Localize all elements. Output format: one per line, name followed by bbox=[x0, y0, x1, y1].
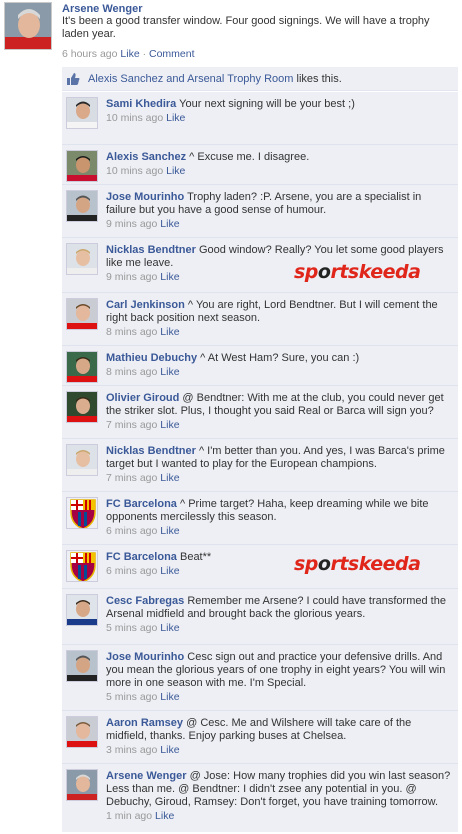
comment-time: 6 mins ago bbox=[106, 565, 158, 577]
comment-like-link[interactable]: Like bbox=[160, 744, 179, 756]
post-meta: 6 hours ago Like · Comment bbox=[62, 48, 195, 60]
commenter-name[interactable]: Alexis Sanchez bbox=[106, 151, 186, 163]
commenter-name[interactable]: Jose Mourinho bbox=[106, 191, 184, 203]
commenter-name[interactable]: Olivier Giroud bbox=[106, 392, 179, 404]
comment-item: Jose Mourinho Cesc sign out and practice… bbox=[62, 645, 458, 711]
commenter-avatar[interactable] bbox=[66, 97, 98, 129]
post-like-link[interactable]: Like bbox=[120, 48, 139, 60]
meta-separator: · bbox=[142, 48, 147, 60]
commenter-name[interactable]: Jose Mourinho bbox=[106, 651, 184, 663]
comment-time: 5 mins ago bbox=[106, 691, 158, 703]
commenter-avatar[interactable] bbox=[66, 716, 98, 748]
post-time: 6 hours ago bbox=[62, 48, 118, 60]
commenter-name[interactable]: Cesc Fabregas bbox=[106, 595, 184, 607]
comment-time: 10 mins ago bbox=[106, 165, 164, 177]
thumbs-up-icon bbox=[67, 73, 80, 85]
comment-like-link[interactable]: Like bbox=[160, 366, 179, 378]
commenter-name[interactable]: Aaron Ramsey bbox=[106, 717, 183, 729]
post-author-avatar[interactable] bbox=[4, 2, 52, 50]
comment-like-link[interactable]: Like bbox=[160, 271, 179, 283]
commenter-avatar[interactable] bbox=[66, 298, 98, 330]
comment-text: Beat** bbox=[179, 551, 212, 563]
commenter-name[interactable]: Sami Khedira bbox=[106, 98, 176, 110]
main-post: Arsene Wenger It's been a good transfer … bbox=[0, 0, 462, 66]
comment-time: 3 mins ago bbox=[106, 744, 158, 756]
comment-time: 8 mins ago bbox=[106, 366, 158, 378]
comment-text: ^ Excuse me. I disagree. bbox=[189, 151, 310, 163]
comment-like-link[interactable]: Like bbox=[166, 165, 185, 177]
comment-text: Your next signing will be your best ;) bbox=[179, 98, 355, 110]
fc-barcelona-crest[interactable] bbox=[66, 550, 98, 582]
comment-time: 1 min ago bbox=[106, 810, 153, 822]
commenter-avatar[interactable] bbox=[66, 351, 98, 383]
commenter-name[interactable]: Arsene Wenger bbox=[106, 770, 187, 782]
comment-time: 5 mins ago bbox=[106, 622, 158, 634]
comment-like-link[interactable]: Like bbox=[160, 565, 179, 577]
comment-like-link[interactable]: Like bbox=[160, 326, 179, 338]
post-author-name[interactable]: Arsene Wenger bbox=[62, 3, 143, 15]
comment-item: Carl Jenkinson ^ You are right, Lord Ben… bbox=[62, 293, 458, 346]
likes-bar: Alexis Sanchez and Arsenal Trophy Room l… bbox=[62, 67, 458, 91]
commenter-avatar[interactable] bbox=[66, 650, 98, 682]
comment-time: 7 mins ago bbox=[106, 419, 158, 431]
comment-item: Cesc Fabregas Remember me Arsene? I coul… bbox=[62, 589, 458, 645]
comment-like-link[interactable]: Like bbox=[160, 419, 179, 431]
sportskeeda-watermark: sportskeeda bbox=[294, 553, 421, 575]
likes-suffix: likes this. bbox=[296, 73, 342, 85]
comment-time: 10 mins ago bbox=[106, 112, 164, 124]
comments-list: Sami Khedira Your next signing will be y… bbox=[62, 92, 458, 832]
commenter-name[interactable]: FC Barcelona bbox=[106, 551, 177, 563]
comment-item: Sami Khedira Your next signing will be y… bbox=[62, 92, 458, 145]
commenter-avatar[interactable] bbox=[66, 594, 98, 626]
comment-text: ^ At West Ham? Sure, you can :) bbox=[200, 352, 360, 364]
comment-item: FC Barcelona ^ Prime target? Haha, keep … bbox=[62, 492, 458, 545]
comment-like-link[interactable]: Like bbox=[160, 472, 179, 484]
comment-time: 9 mins ago bbox=[106, 271, 158, 283]
comment-item: Alexis Sanchez ^ Excuse me. I disagree. … bbox=[62, 145, 458, 185]
likes-users-link[interactable]: Alexis Sanchez and Arsenal Trophy Room bbox=[88, 73, 293, 85]
comment-like-link[interactable]: Like bbox=[160, 622, 179, 634]
comment-item: Nicklas Bendtner Good window? Really? Yo… bbox=[62, 238, 458, 293]
comment-item: Arsene Wenger @ Jose: How many trophies … bbox=[62, 764, 458, 832]
comment-time: 7 mins ago bbox=[106, 472, 158, 484]
comment-time: 6 mins ago bbox=[106, 525, 158, 537]
commenter-name[interactable]: Mathieu Debuchy bbox=[106, 352, 197, 364]
commenter-name[interactable]: Nicklas Bendtner bbox=[106, 445, 196, 457]
fc-barcelona-crest[interactable] bbox=[66, 497, 98, 529]
commenter-avatar[interactable] bbox=[66, 444, 98, 476]
commenter-avatar[interactable] bbox=[66, 391, 98, 423]
comment-like-link[interactable]: Like bbox=[160, 525, 179, 537]
likes-text: Alexis Sanchez and Arsenal Trophy Room l… bbox=[88, 73, 342, 85]
commenter-name[interactable]: FC Barcelona bbox=[106, 498, 177, 510]
post-text: It's been a good transfer window. Four g… bbox=[62, 15, 430, 40]
comment-item: FC Barcelona Beat** 6 mins ago Like spor… bbox=[62, 545, 458, 589]
commenter-avatar[interactable] bbox=[66, 150, 98, 182]
comment-item: Mathieu Debuchy ^ At West Ham? Sure, you… bbox=[62, 346, 458, 386]
sportskeeda-watermark: sportskeeda bbox=[294, 261, 421, 283]
comment-like-link[interactable]: Like bbox=[166, 112, 185, 124]
comment-like-link[interactable]: Like bbox=[160, 218, 179, 230]
commenter-name[interactable]: Carl Jenkinson bbox=[106, 299, 185, 311]
post-comment-link[interactable]: Comment bbox=[149, 48, 195, 60]
commenter-avatar[interactable] bbox=[66, 190, 98, 222]
commenter-name[interactable]: Nicklas Bendtner bbox=[106, 244, 196, 256]
comment-like-link[interactable]: Like bbox=[160, 691, 179, 703]
commenter-avatar[interactable] bbox=[66, 243, 98, 275]
comment-item: Jose Mourinho Trophy laden? :P. Arsene, … bbox=[62, 185, 458, 238]
comment-item: Olivier Giroud @ Bendtner: With me at th… bbox=[62, 386, 458, 439]
comment-item: Nicklas Bendtner ^ I'm better than you. … bbox=[62, 439, 458, 492]
commenter-avatar[interactable] bbox=[66, 769, 98, 801]
comment-time: 9 mins ago bbox=[106, 218, 158, 230]
comment-time: 8 mins ago bbox=[106, 326, 158, 338]
comment-item: Aaron Ramsey @ Cesc. Me and Wilshere wil… bbox=[62, 711, 458, 764]
comment-like-link[interactable]: Like bbox=[155, 810, 174, 822]
